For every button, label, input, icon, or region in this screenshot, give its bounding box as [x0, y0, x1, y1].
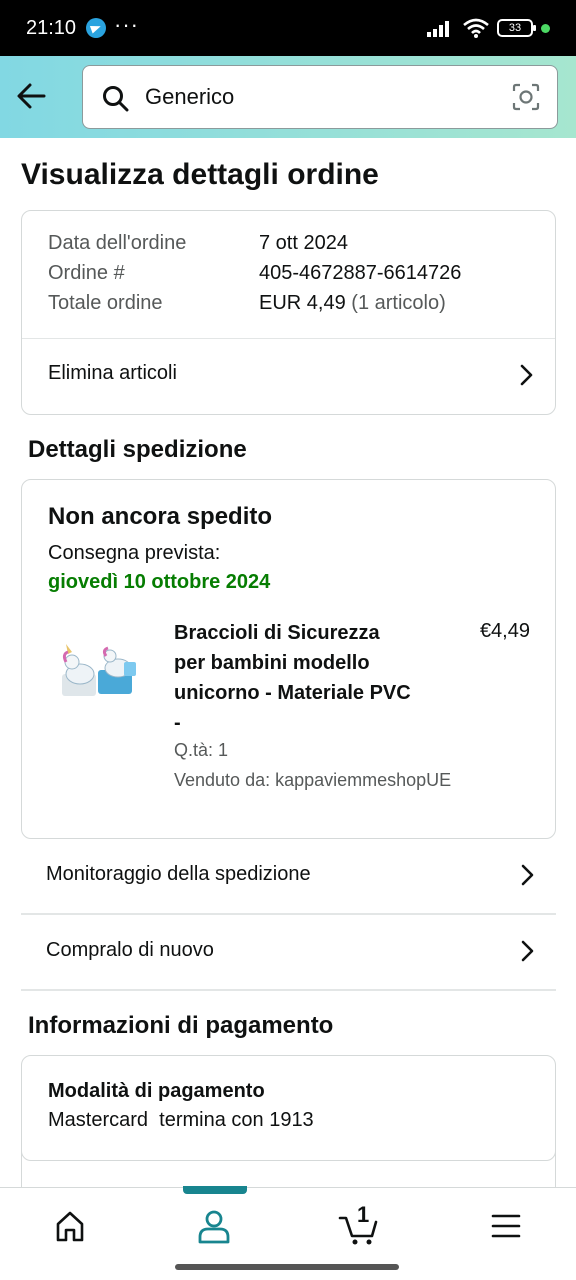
delete-items-row[interactable]: Elimina articoli	[22, 339, 555, 415]
camera-search-icon[interactable]	[511, 82, 541, 112]
payment-method-label: Modalità di pagamento	[48, 1080, 265, 1102]
order-date-value: 7 ott 2024	[259, 232, 348, 254]
privacy-dot-icon	[541, 23, 550, 33]
expected-delivery-label: Consegna prevista:	[48, 542, 221, 564]
order-date-label: Data dell'ordine	[48, 232, 187, 254]
home-icon[interactable]	[40, 1204, 100, 1248]
order-total-items: (1 articolo)	[351, 292, 446, 314]
payment-section-title: Informazioni di pagamento	[28, 1012, 334, 1039]
product-price: €4,49	[479, 620, 530, 642]
track-shipment-label: Monitoraggio della spedizione	[46, 863, 311, 885]
product-quantity: Q.tà: 1	[174, 740, 229, 760]
buy-again-row[interactable]: Compralo di nuovo	[21, 915, 556, 991]
search-input-value: Generico	[145, 84, 235, 109]
page-title: Visualizza dettagli ordine	[21, 158, 379, 191]
shipment-card: Non ancora spedito Consegna prevista: gi…	[21, 479, 556, 839]
expected-delivery-date: giovedì 10 ottobre 2024	[48, 571, 271, 593]
search-input[interactable]: Generico	[82, 65, 558, 129]
back-arrow-icon[interactable]	[14, 78, 50, 114]
search-icon	[103, 86, 129, 112]
order-number-label: Ordine #	[48, 262, 125, 284]
gesture-bar	[175, 1264, 399, 1270]
status-time: 21:10	[26, 17, 77, 39]
order-total-value: EUR 4,49 (1 articolo)	[259, 292, 446, 315]
product-seller: Venduto da: kappaviemmeshopUE	[174, 770, 452, 790]
account-icon[interactable]	[184, 1204, 244, 1248]
battery-icon: 33	[497, 19, 536, 37]
wifi-icon	[463, 18, 489, 38]
shipment-status: Non ancora spedito	[48, 503, 273, 530]
delete-items-label: Elimina articoli	[48, 362, 177, 384]
payment-method-value: Mastercard termina con 1913	[48, 1109, 314, 1131]
product-title[interactable]: Braccioli di Sicurezza per bambini model…	[174, 618, 414, 738]
search-header: Generico	[0, 56, 576, 138]
shipping-section-title: Dettagli spedizione	[28, 436, 247, 463]
chevron-right-icon	[521, 864, 534, 886]
active-tab-indicator	[183, 1186, 247, 1194]
track-shipment-row[interactable]: Monitoraggio della spedizione	[21, 839, 556, 915]
buy-again-label: Compralo di nuovo	[46, 939, 214, 961]
chevron-right-icon	[521, 940, 534, 962]
status-icons: 33	[427, 18, 550, 38]
order-summary-card: Data dell'ordine 7 ott 2024 Ordine # 405…	[21, 210, 556, 415]
order-total-amount: EUR 4,49	[259, 292, 346, 314]
telegram-icon	[86, 18, 106, 38]
payment-method-card[interactable]: Modalità di pagamento Mastercard termina…	[21, 1055, 556, 1161]
order-number-value: 405-4672887-6614726	[259, 262, 462, 284]
cart-count-badge: 1	[357, 1202, 370, 1227]
more-notifications-icon: ···	[114, 12, 139, 37]
order-total-label: Totale ordine	[48, 292, 163, 314]
chevron-right-icon	[520, 364, 533, 386]
status-bar: 21:10 ··· 33	[0, 0, 576, 56]
product-image[interactable]	[58, 640, 142, 702]
signal-icon	[427, 21, 449, 37]
menu-icon[interactable]	[476, 1204, 536, 1248]
